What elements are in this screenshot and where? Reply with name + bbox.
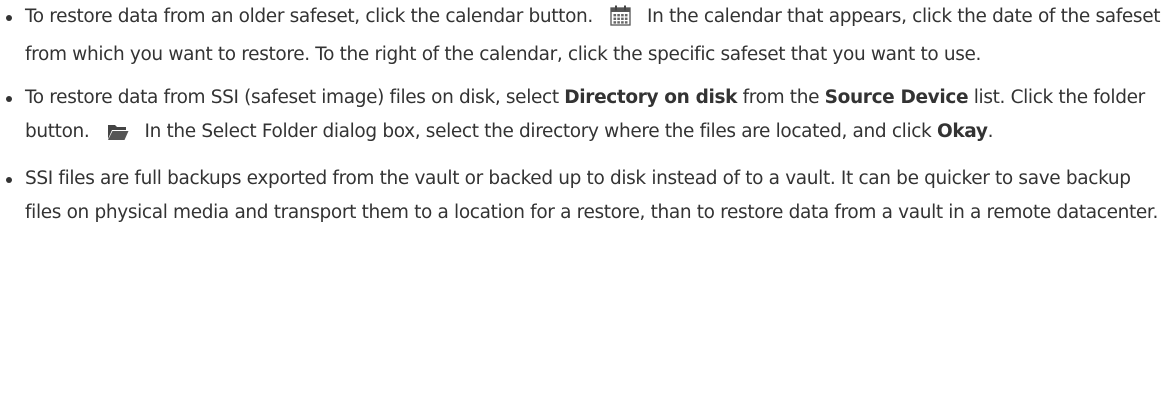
bullet-list: To restore data from an older safeset, c…	[0, 0, 1163, 229]
list-item: To restore data from an older safeset, c…	[0, 0, 1163, 71]
list-item: To restore data from SSI (safeset image)…	[0, 81, 1163, 152]
bullet-dot	[6, 177, 12, 183]
bullet-dot	[6, 15, 12, 21]
item-text: In the Select Folder dialog box, select …	[138, 120, 937, 142]
item-text: from the	[737, 87, 825, 108]
item-text: To restore data from an older safeset, c…	[25, 6, 599, 27]
bullet-dot	[6, 96, 12, 102]
calendar-icon	[610, 4, 632, 38]
source-device-term: Source Device	[824, 87, 969, 108]
folder-open-icon	[107, 119, 129, 153]
item-text: SSI files are full backups exported from…	[25, 168, 1159, 223]
list-item: SSI files are full backups exported from…	[0, 162, 1163, 229]
directory-on-disk-term: Directory on disk	[564, 87, 738, 108]
item-text: To restore data from SSI (safeset image)…	[25, 87, 565, 108]
item-text: .	[987, 120, 994, 142]
okay-term: Okay	[936, 120, 988, 142]
